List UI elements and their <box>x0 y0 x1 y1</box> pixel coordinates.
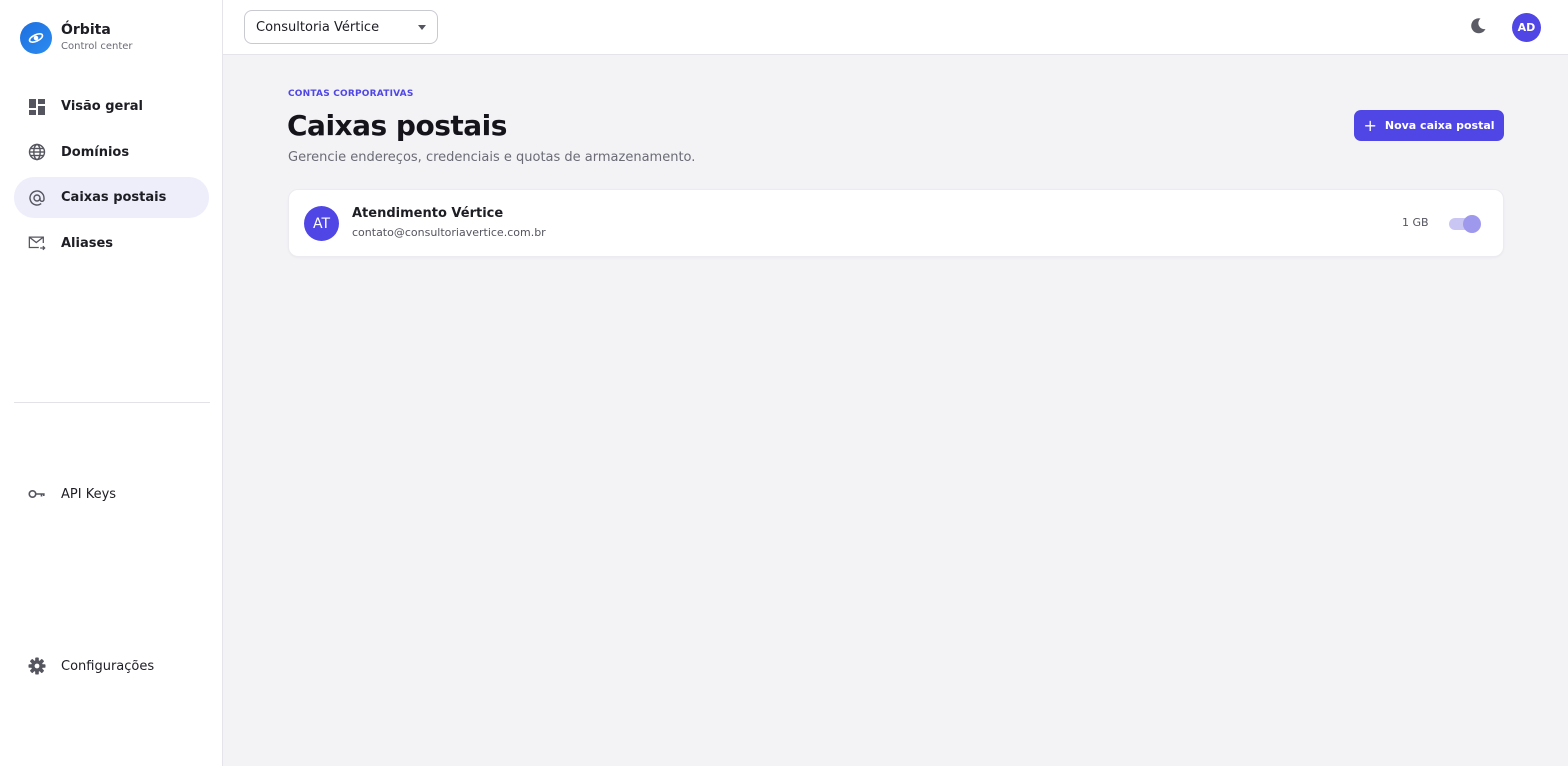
toggle-thumb <box>1463 215 1481 233</box>
brand[interactable]: Órbita Control center <box>20 22 133 54</box>
globe-icon <box>28 143 46 161</box>
page-title: Caixas postais <box>287 109 507 142</box>
mailbox-avatar: AT <box>304 206 339 241</box>
mailbox-name: Atendimento Vértice <box>352 206 504 221</box>
topbar: Consultoria Vértice AD <box>223 0 1568 55</box>
organization-select-value: Consultoria Vértice <box>256 19 380 35</box>
user-avatar[interactable]: AD <box>1512 13 1541 42</box>
theme-toggle-button[interactable] <box>1467 17 1489 39</box>
sidebar-item-configuracoes[interactable]: Configurações <box>14 646 209 686</box>
sidebar: Órbita Control center Visão geral Domíni… <box>0 0 223 766</box>
gear-icon <box>28 657 46 675</box>
page-eyebrow: CONTAS CORPORATIVAS <box>288 89 414 99</box>
sidebar-item-label: Configurações <box>61 658 155 674</box>
at-sign-icon <box>28 189 46 207</box>
brand-name: Órbita <box>61 22 111 38</box>
sidebar-item-api-keys[interactable]: API Keys <box>14 474 209 514</box>
caret-down-icon <box>418 25 426 30</box>
sidebar-item-label: API Keys <box>61 486 117 502</box>
new-mailbox-button-label: Nova caixa postal <box>1384 119 1495 132</box>
brand-subtitle: Control center <box>61 41 133 52</box>
sidebar-item-label: Domínios <box>61 144 130 160</box>
sidebar-divider <box>14 402 210 403</box>
new-mailbox-button[interactable]: + Nova caixa postal <box>1354 110 1504 141</box>
mailbox-quota: 1 GB <box>1402 216 1429 229</box>
sidebar-item-aliases[interactable]: Aliases <box>14 223 209 264</box>
page-description: Gerencie endereços, credenciais e quotas… <box>288 150 696 165</box>
orbit-eye-icon <box>20 22 52 54</box>
sidebar-item-label: Visão geral <box>61 99 144 114</box>
sidebar-nav: Visão geral Domínios Caixas postais Alia… <box>14 86 209 268</box>
dashboard-icon <box>28 98 46 116</box>
mailbox-enabled-toggle[interactable] <box>1449 215 1481 233</box>
moon-icon <box>1469 17 1487 39</box>
sidebar-item-caixas-postais[interactable]: Caixas postais <box>14 177 209 218</box>
mail-forward-icon <box>28 234 46 252</box>
key-icon <box>28 485 46 503</box>
mailbox-email: contato@consultoriavertice.com.br <box>352 226 546 239</box>
plus-icon: + <box>1363 115 1377 135</box>
sidebar-item-label: Caixas postais <box>61 190 167 205</box>
sidebar-item-dominios[interactable]: Domínios <box>14 132 209 173</box>
organization-select[interactable]: Consultoria Vértice <box>244 10 438 44</box>
sidebar-item-label: Aliases <box>61 235 114 251</box>
sidebar-item-visao-geral[interactable]: Visão geral <box>14 86 209 127</box>
mailbox-list: AT Atendimento Vértice contato@consultor… <box>288 189 1504 257</box>
